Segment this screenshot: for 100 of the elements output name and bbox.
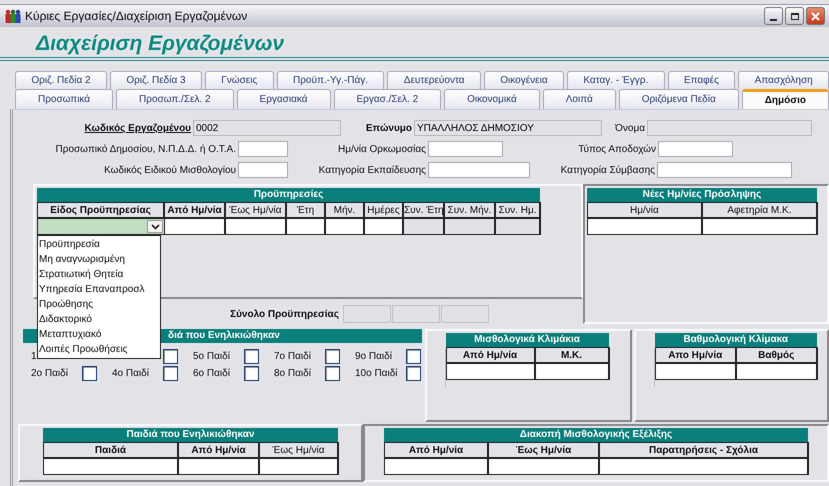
column-header: Ημέρες	[364, 202, 404, 218]
tab[interactable]: Λοιπά	[542, 89, 616, 109]
text-field[interactable]	[238, 162, 288, 178]
text-field[interactable]	[428, 162, 530, 178]
tab[interactable]: Προσωπικά	[15, 89, 114, 109]
checkbox-label: 2ο Παιδί	[31, 368, 68, 379]
tab[interactable]: Οριζόμενα Πεδία	[618, 89, 739, 109]
tab[interactable]: Προϋπ.-Υγ.-Πάγ.	[276, 71, 384, 89]
field-label: Προσωπικό Δημοσίου, Ν.Π.Δ.Δ. ή Ο.Τ.Α.	[54, 144, 237, 154]
tab[interactable]: Καταγ. - Έγγρ.	[566, 71, 665, 89]
close-button[interactable]	[806, 7, 825, 25]
people-icon	[4, 9, 22, 23]
dropdown-option[interactable]: Λοιπές Προωθήσεις	[38, 342, 160, 357]
dropdown-option[interactable]: Υπηρεσία Επαναπροσλ	[38, 282, 160, 297]
text-field[interactable]	[647, 120, 812, 136]
table-cell[interactable]	[702, 218, 818, 235]
column-header: Μ.Κ.	[534, 347, 610, 363]
checkbox-label: 5ο Παιδί	[193, 351, 230, 362]
checkbox[interactable]	[325, 366, 340, 381]
tab[interactable]: Γνώσεις	[204, 71, 274, 89]
field-label: Κατηγορία Σύμβασης	[560, 164, 656, 176]
table-cell[interactable]	[325, 218, 365, 235]
tab[interactable]: Προσωπ./Σελ. 2	[116, 89, 234, 109]
dropdown-option[interactable]: Στρατιωτική Θητεία	[38, 267, 160, 282]
table-cell[interactable]	[488, 458, 600, 475]
table-cell[interactable]	[384, 458, 489, 475]
total-field	[440, 305, 489, 323]
table-cell[interactable]	[364, 218, 404, 235]
tab[interactable]: Επαφές	[668, 71, 736, 89]
tab[interactable]: Δημόσιο	[742, 89, 829, 109]
table-cell[interactable]	[286, 218, 326, 235]
tab[interactable]: Οριζ. Πεδία 3	[110, 71, 202, 89]
page-heading: Διαχείριση Εργαζομένων	[36, 31, 284, 57]
text-field[interactable]	[238, 141, 288, 157]
table-cell[interactable]	[586, 218, 703, 235]
checkbox[interactable]	[163, 349, 178, 364]
tab[interactable]: Οριζ. Πεδία 2	[15, 71, 107, 89]
text-field[interactable]	[428, 141, 503, 157]
column-header: Είδος Προϋπηρεσίας	[37, 202, 165, 218]
field-label: Κατηγορία Εκπαίδευσης	[318, 164, 427, 176]
column-header: Απο Ημ/νία	[654, 347, 737, 363]
checkbox-label: 8ο Παιδί	[274, 368, 311, 379]
column-header: Από Ημ/νία	[164, 202, 226, 218]
column-header: Ημ/νία	[586, 202, 703, 218]
field-label: Όνομα	[614, 122, 646, 134]
table-title: Παιδιά που Ενηλικιώθηκαν	[43, 428, 338, 442]
dropdown-option[interactable]: Προώθησης	[38, 297, 160, 312]
text-field[interactable]: 0002	[193, 120, 341, 136]
checkbox-label: 10ο Παιδί	[355, 368, 398, 379]
text-field[interactable]	[658, 141, 733, 157]
total-field	[392, 305, 440, 323]
dropdown-option[interactable]: Μη αναγνωρισμένη	[38, 252, 160, 267]
checkbox[interactable]	[163, 366, 178, 381]
tab[interactable]: Δευτερεύοντα	[387, 71, 481, 89]
minimize-button[interactable]	[764, 7, 783, 25]
tab[interactable]: Οικογένεια	[484, 71, 564, 89]
table-cell[interactable]	[446, 363, 536, 380]
table-cell[interactable]	[259, 458, 339, 475]
table-title: Προϋπηρεσίες	[37, 188, 540, 202]
checkbox[interactable]	[406, 366, 421, 381]
checkbox[interactable]	[244, 366, 259, 381]
dropdown-option[interactable]: Προϋπηρεσία	[38, 237, 160, 252]
table-cell[interactable]	[534, 363, 610, 380]
table-cell[interactable]	[43, 458, 179, 475]
checkbox[interactable]	[82, 366, 97, 381]
field-label: Κωδικός Ειδικού Μισθολογίου	[103, 164, 237, 176]
text-field[interactable]	[657, 162, 792, 178]
tab[interactable]: Εργασ./Σελ. 2	[334, 89, 442, 109]
table-cell[interactable]	[495, 218, 541, 235]
table-cell[interactable]	[736, 363, 818, 380]
text-field[interactable]: ΥΠΑΛΛΗΛΟΣ ΔΗΜΟΣΙΟΥ	[414, 120, 602, 136]
checkbox-label: 7ο Παιδί	[274, 351, 311, 362]
table-cell[interactable]	[164, 218, 226, 235]
tab[interactable]: Εργασιακά	[236, 89, 331, 109]
table-cell[interactable]	[444, 218, 496, 235]
checkbox-label: 4ο Παιδί	[112, 368, 149, 379]
total-field	[342, 305, 391, 323]
table-cell[interactable]	[178, 458, 260, 475]
checkbox-label: 9ο Παιδί	[355, 351, 392, 362]
field-label: Τύπος Αποδοχών	[577, 144, 657, 154]
tab[interactable]: Οικονομικά	[444, 89, 540, 109]
column-header: Αφετηρία Μ.Κ.	[702, 202, 818, 218]
checkbox[interactable]	[325, 349, 340, 364]
total-label: Σύνολο Προϋπηρεσίας	[230, 308, 339, 320]
column-header: Βαθμός	[736, 347, 818, 363]
field-label: Ημ/νία Ορκωμοσίας	[336, 144, 427, 154]
column-header: Έτη	[286, 202, 326, 218]
table-title: Βαθμολογική Κλίμακα	[654, 333, 817, 347]
checkbox[interactable]	[406, 349, 421, 364]
table-cell[interactable]	[654, 363, 737, 380]
table-cell[interactable]	[225, 218, 287, 235]
table-cell[interactable]	[403, 218, 445, 235]
dropdown-option[interactable]: Διδακτορικό	[38, 312, 160, 327]
dropdown-option[interactable]: Μεταπτυχιακό	[38, 327, 160, 342]
table-cell[interactable]	[599, 458, 809, 475]
checkbox[interactable]	[244, 349, 259, 364]
tab[interactable]: Απασχόληση	[738, 71, 829, 89]
minimize-icon	[770, 18, 777, 20]
window-title: Κύριες Εργασίες/Διαχείριση Εργαζομένων	[25, 9, 248, 23]
maximize-button[interactable]	[785, 7, 804, 25]
